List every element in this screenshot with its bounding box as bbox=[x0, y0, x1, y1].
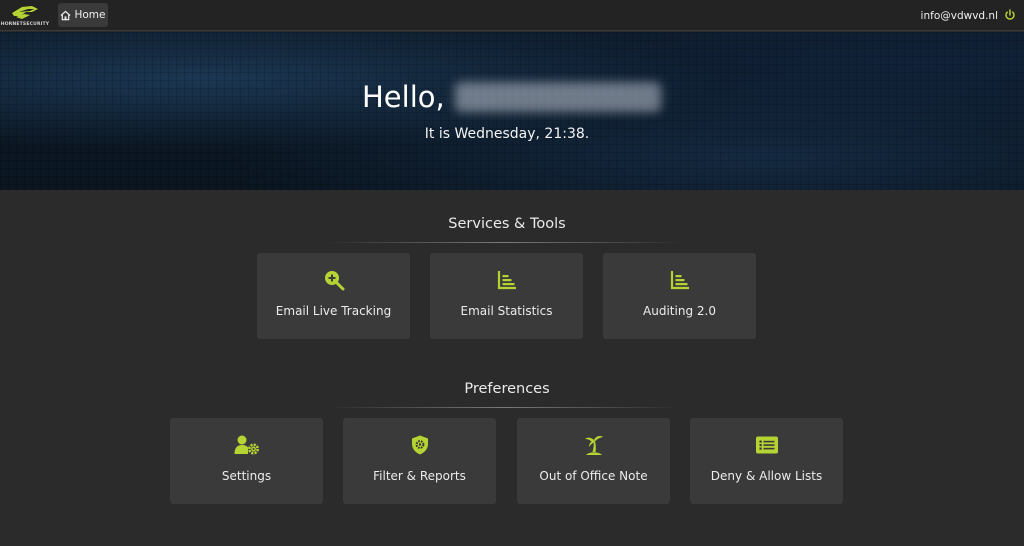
services-section-title: Services & Tools bbox=[448, 216, 566, 232]
tile-label: Filter & Reports bbox=[373, 469, 466, 483]
tile-label: Email Live Tracking bbox=[275, 304, 392, 318]
tile-label: Settings bbox=[221, 469, 272, 483]
search-plus-icon bbox=[324, 271, 344, 291]
tile-auditing[interactable]: Auditing 2.0 bbox=[603, 253, 756, 339]
power-icon[interactable] bbox=[1004, 9, 1016, 21]
tile-email-statistics[interactable]: Email Statistics bbox=[430, 253, 583, 339]
tile-deny-allow-lists[interactable]: Deny & Allow Lists bbox=[690, 418, 843, 504]
home-label: Home bbox=[74, 9, 106, 21]
logo-text: HORNETSECURITY bbox=[0, 21, 50, 27]
home-icon bbox=[61, 10, 71, 20]
palm-tree-icon bbox=[584, 436, 603, 455]
bar-chart-icon bbox=[497, 271, 516, 290]
tile-email-live-tracking[interactable]: Email Live Tracking bbox=[257, 253, 410, 339]
list-icon bbox=[755, 436, 778, 454]
tile-label: Deny & Allow Lists bbox=[710, 469, 823, 483]
user-gear-icon bbox=[234, 435, 259, 455]
tile-settings[interactable]: Settings bbox=[170, 418, 323, 504]
shield-gear-icon bbox=[411, 435, 428, 455]
greeting-text: Hello, bbox=[362, 80, 445, 114]
greeting: Hello, bbox=[362, 80, 661, 114]
hornet-logo-icon bbox=[12, 5, 38, 19]
services-divider bbox=[325, 242, 685, 243]
home-button[interactable]: Home bbox=[58, 3, 108, 27]
tile-out-of-office[interactable]: Out of Office Note bbox=[517, 418, 670, 504]
hornetsecurity-logo[interactable]: HORNETSECURITY bbox=[0, 0, 50, 31]
tile-filter-reports[interactable]: Filter & Reports bbox=[343, 418, 496, 504]
preferences-section-title: Preferences bbox=[464, 381, 550, 397]
hero-banner: Hello, It is Wednesday, 21:38. bbox=[0, 32, 1024, 190]
preferences-divider bbox=[330, 407, 680, 408]
tile-label: Auditing 2.0 bbox=[643, 304, 716, 318]
current-time-text: It is Wednesday, 21:38. bbox=[424, 126, 590, 142]
tile-label: Email Statistics bbox=[460, 304, 553, 318]
bar-chart-icon bbox=[670, 271, 689, 290]
blurred-username bbox=[454, 82, 661, 112]
tile-label: Out of Office Note bbox=[539, 469, 648, 483]
top-bar: HORNETSECURITY Home info@vdwvd.nl bbox=[0, 0, 1024, 31]
user-email[interactable]: info@vdwvd.nl bbox=[921, 0, 998, 31]
